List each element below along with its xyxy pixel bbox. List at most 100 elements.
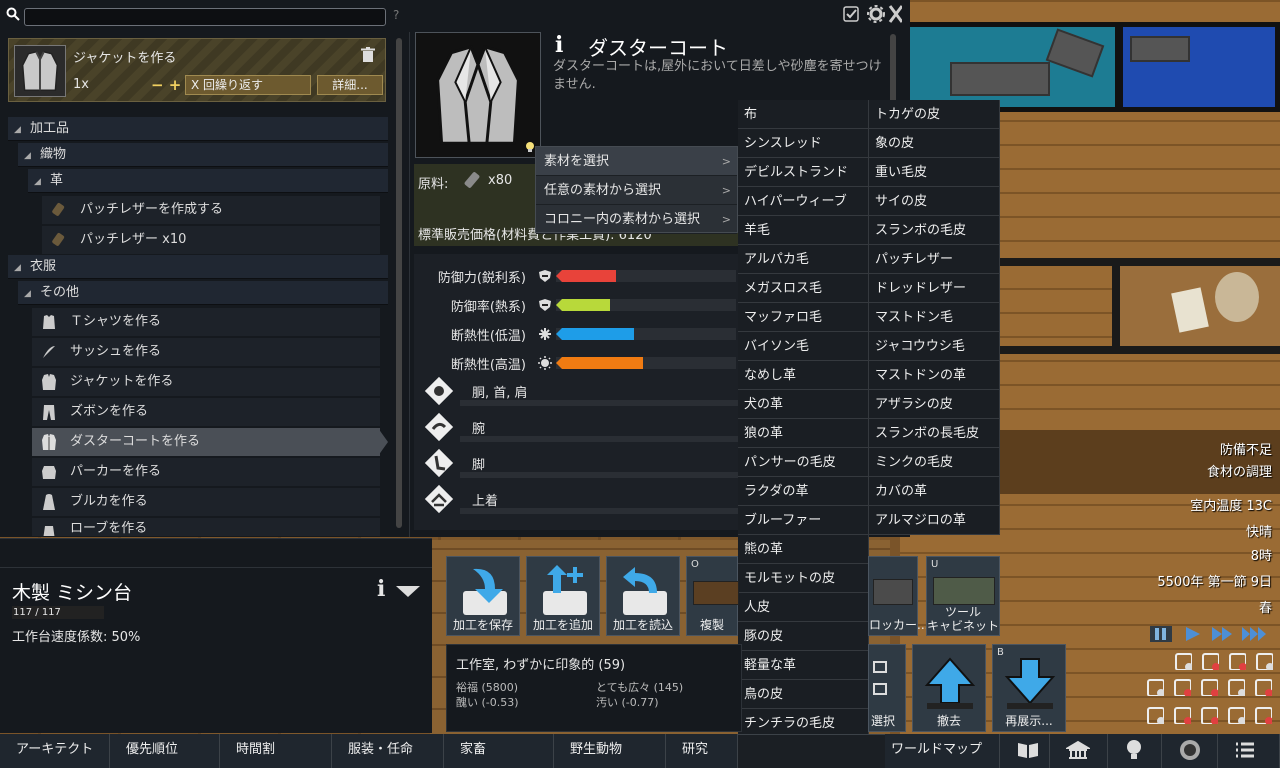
- tab-world-map[interactable]: ワールドマップ: [885, 734, 1000, 768]
- material-option[interactable]: ラクダの革: [738, 477, 869, 506]
- material-option[interactable]: 重い毛皮: [869, 158, 1000, 187]
- menu-item-select-colony[interactable]: コロニー内の素材から選択 >: [536, 205, 737, 234]
- recipe-item[interactable]: パッチレザーを作成する: [42, 196, 380, 224]
- material-option[interactable]: ブルーファー: [738, 506, 869, 535]
- material-option[interactable]: アルパカ毛: [738, 245, 869, 274]
- material-option[interactable]: パッチレザー: [869, 245, 1000, 274]
- material-option[interactable]: ジャコウウシ毛: [869, 332, 1000, 361]
- material-option[interactable]: 豚の皮: [738, 622, 869, 651]
- chart-icon[interactable]: [1173, 706, 1191, 724]
- tab-animals[interactable]: 家畜: [444, 734, 554, 768]
- tab-schedule[interactable]: 時間割: [220, 734, 332, 768]
- recipe-item-selected[interactable]: ダスターコートを作る: [32, 428, 380, 456]
- tab-main-menu[interactable]: [1218, 734, 1280, 768]
- recipe-item[interactable]: Ｔシャツを作る: [32, 308, 380, 336]
- material-option[interactable]: トカゲの皮: [869, 100, 1000, 129]
- repeat-mode-button[interactable]: X 回繰り返す: [185, 75, 311, 95]
- material-option[interactable]: デビルストランド: [738, 158, 869, 187]
- recipe-item[interactable]: ズボンを作る: [32, 398, 380, 426]
- superfast-icon[interactable]: [1242, 627, 1266, 641]
- chevron-down-icon[interactable]: [396, 584, 420, 598]
- mountain-icon[interactable]: [1200, 678, 1218, 696]
- recipe-item[interactable]: パーカーを作る: [32, 458, 380, 486]
- tab-assign[interactable]: 服装・任命: [332, 734, 444, 768]
- material-option[interactable]: パンサーの毛皮: [738, 448, 869, 477]
- play-icon[interactable]: [1186, 627, 1200, 641]
- tab-factions[interactable]: [1050, 734, 1108, 768]
- material-option[interactable]: メガスロス毛: [738, 274, 869, 303]
- material-option[interactable]: バイソン毛: [738, 332, 869, 361]
- menu-item-select-material[interactable]: 素材を選択 >: [536, 147, 737, 176]
- material-option[interactable]: 布: [738, 100, 869, 129]
- bills-scrollbar[interactable]: [396, 38, 402, 528]
- material-option[interactable]: 鳥の皮: [738, 680, 869, 709]
- details-button[interactable]: 詳細...: [317, 75, 383, 95]
- tab-research[interactable]: 研究: [666, 734, 738, 768]
- tab-ideas[interactable]: [1108, 734, 1162, 768]
- alert-defense[interactable]: 防備不足: [1220, 439, 1272, 458]
- recipe-item[interactable]: パッチレザー x10: [42, 226, 380, 254]
- select-button[interactable]: 選択: [868, 644, 906, 732]
- close-icon[interactable]: [888, 5, 902, 23]
- material-option[interactable]: 羊毛: [738, 216, 869, 245]
- material-option[interactable]: 犬の革: [738, 390, 869, 419]
- material-option[interactable]: ドレッドレザー: [869, 274, 1000, 303]
- recipe-item[interactable]: ブルカを作る: [32, 488, 380, 516]
- tab-wildlife[interactable]: 野生動物: [554, 734, 666, 768]
- tab-history[interactable]: [1000, 734, 1050, 768]
- tool-cabinet-button[interactable]: U ツール キャビネット: [926, 556, 1000, 636]
- fertility-icon[interactable]: [1227, 706, 1245, 724]
- material-option[interactable]: スランボの毛皮: [869, 216, 1000, 245]
- recipe-item[interactable]: ジャケットを作る: [32, 368, 380, 396]
- material-option[interactable]: 狼の革: [738, 419, 869, 448]
- trash-icon[interactable]: [361, 47, 375, 63]
- search-input[interactable]: [24, 8, 386, 26]
- alert-cooking[interactable]: 食材の調理: [1207, 461, 1272, 480]
- material-option[interactable]: アザラシの皮: [869, 390, 1000, 419]
- material-option[interactable]: マッファロ毛: [738, 303, 869, 332]
- material-option[interactable]: サイの皮: [869, 187, 1000, 216]
- load-bills-button[interactable]: 加工を読込: [606, 556, 680, 636]
- material-option[interactable]: 象の皮: [869, 129, 1000, 158]
- fast-forward-icon[interactable]: [1212, 627, 1232, 641]
- tree-category-apparel[interactable]: ◢ 衣服: [8, 255, 388, 279]
- tab-menu-avatar[interactable]: [1162, 734, 1218, 768]
- checkbox-icon[interactable]: [843, 6, 859, 22]
- thermometer-icon[interactable]: [1255, 652, 1273, 670]
- tree-subcategory-other[interactable]: ◢ その他: [18, 281, 388, 305]
- bill-card[interactable]: ジャケットを作る 1x − + X 回繰り返す 詳細...: [8, 38, 386, 102]
- count-stepper[interactable]: − +: [151, 76, 181, 94]
- material-option[interactable]: カバの革: [869, 477, 1000, 506]
- help-icon[interactable]: ?: [393, 8, 399, 22]
- locker-button[interactable]: ロッカー...: [868, 556, 928, 636]
- zoom-icon[interactable]: [1174, 652, 1192, 670]
- material-option[interactable]: なめし革: [738, 361, 869, 390]
- recipe-item[interactable]: サッシュを作る: [32, 338, 380, 366]
- material-option[interactable]: モルモットの皮: [738, 564, 869, 593]
- material-option[interactable]: 熊の革: [738, 535, 869, 564]
- material-option[interactable]: マストドンの革: [869, 361, 1000, 390]
- zone-icon[interactable]: [1146, 706, 1164, 724]
- add-bill-button[interactable]: 加工を追加: [526, 556, 600, 636]
- demolish-button[interactable]: 撤去: [912, 644, 986, 732]
- roof-icon[interactable]: [1254, 678, 1272, 696]
- info-icon[interactable]: i: [555, 32, 563, 58]
- material-option[interactable]: スランボの長毛皮: [869, 419, 1000, 448]
- material-option[interactable]: ミンクの毛皮: [869, 448, 1000, 477]
- tree-category-processed[interactable]: ◢ 加工品: [8, 117, 388, 141]
- home-icon[interactable]: [1173, 678, 1191, 696]
- material-option[interactable]: アルマジロの革: [869, 506, 1000, 535]
- no-icon[interactable]: [1227, 678, 1245, 696]
- checklist-icon[interactable]: [1254, 706, 1272, 724]
- recipe-item[interactable]: ローブを作る: [32, 518, 380, 536]
- save-bills-button[interactable]: 加工を保存: [446, 556, 520, 636]
- hammer-icon[interactable]: [1146, 678, 1164, 696]
- material-option[interactable]: マストドン毛: [869, 303, 1000, 332]
- material-option[interactable]: ハイパーウィーブ: [738, 187, 869, 216]
- tab-architect[interactable]: アーキテクト: [0, 734, 110, 768]
- tree-subcategory-leather[interactable]: ◢ 革: [28, 169, 388, 193]
- tree-subcategory-textiles[interactable]: ◢ 織物: [18, 143, 388, 167]
- gear-icon[interactable]: [867, 5, 885, 23]
- reinstall-button[interactable]: B 再展示...: [992, 644, 1066, 732]
- tab-priorities[interactable]: 優先順位: [110, 734, 220, 768]
